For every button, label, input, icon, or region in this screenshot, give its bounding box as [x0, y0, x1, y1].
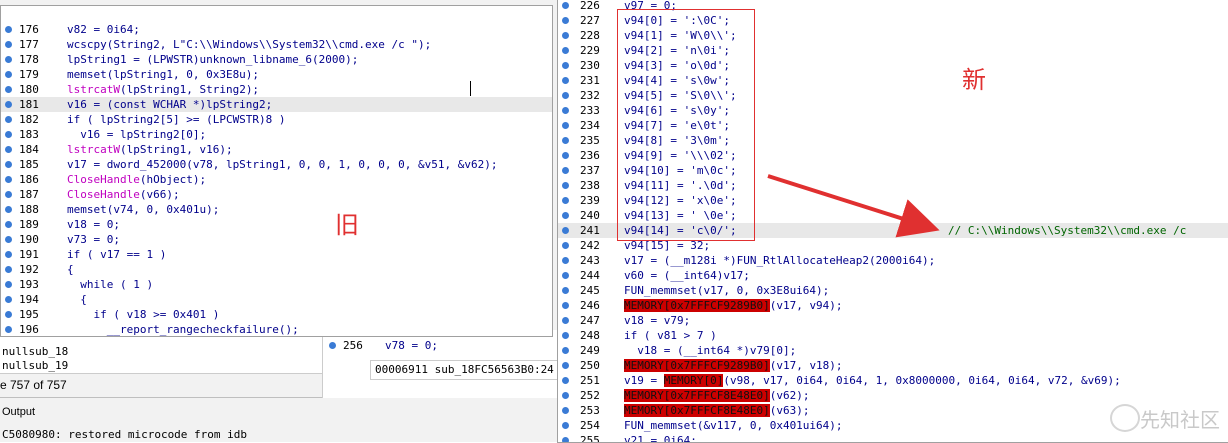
watermark: 先知社区 [1140, 408, 1220, 432]
watermark-icon [1110, 404, 1140, 432]
annotation-arrow [767, 174, 940, 238]
